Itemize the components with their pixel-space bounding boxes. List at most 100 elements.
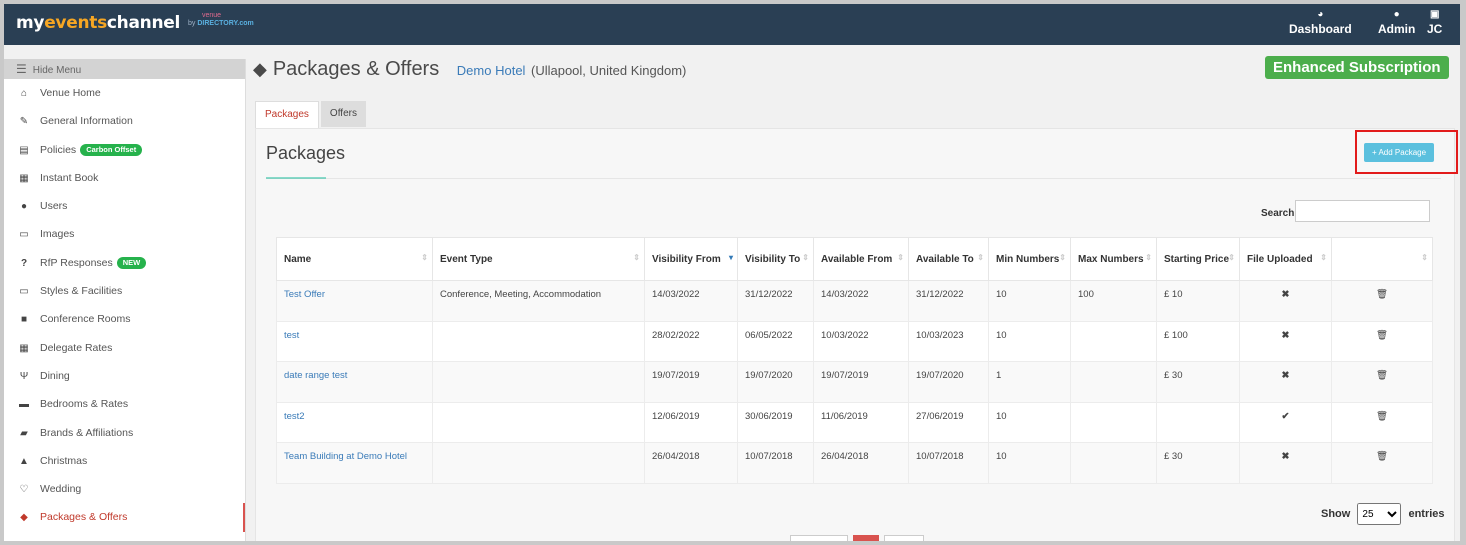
entries-select[interactable]: 25 bbox=[1357, 503, 1402, 525]
main-content: ◆ Packages & Offers Demo Hotel (Ullapool,… bbox=[253, 52, 1458, 541]
column-header-name[interactable]: Name ⇕ bbox=[276, 237, 433, 281]
sidebar-item-dining[interactable]: Ψ Dining bbox=[4, 362, 245, 390]
tab-offers[interactable]: Offers bbox=[320, 101, 366, 127]
cell-starting-price: £ 10 bbox=[1156, 280, 1240, 322]
nav-dashboard[interactable]: ◕ Dashboard bbox=[1289, 8, 1352, 36]
briefcase-icon: ■ bbox=[20, 314, 28, 326]
sidebar-item-brands-affiliations[interactable]: ▰ Brands & Affiliations bbox=[4, 419, 245, 447]
table-row: test2 12/06/2019 30/06/2019 11/06/2019 2… bbox=[276, 401, 1433, 444]
divider bbox=[266, 178, 1441, 179]
calculator-icon: ▦ bbox=[19, 342, 29, 354]
sidebar-item-packages-offers[interactable]: ◆ Packages & Offers bbox=[4, 503, 245, 532]
heart-icon: ♡ bbox=[19, 484, 29, 496]
panel-title: Packages bbox=[266, 143, 346, 163]
profile-icon: ▣ bbox=[1429, 9, 1440, 20]
sidebar-item-delegate-rates[interactable]: ▦ Delegate Rates bbox=[4, 334, 245, 362]
sidebar-item-wedding[interactable]: ♡ Wedding bbox=[4, 475, 245, 503]
question-icon: ? bbox=[20, 257, 28, 269]
logo-by-venue-directory: venue by DIRECTORY.com bbox=[188, 12, 254, 27]
cell-visibility-from: 26/04/2018 bbox=[644, 442, 738, 484]
cell-max-numbers bbox=[1070, 320, 1157, 363]
cell-visibility-to: 31/12/2022 bbox=[737, 280, 814, 322]
cell-available-from: 10/03/2022 bbox=[813, 320, 909, 363]
column-header-actions[interactable]: ⇕ bbox=[1331, 237, 1433, 281]
title-underline bbox=[266, 177, 326, 179]
cell-available-from: 19/07/2019 bbox=[813, 361, 909, 403]
cell-min-numbers: 10 bbox=[988, 442, 1071, 484]
packages-panel: Packages + Add Package Search: Name ⇕ Eve… bbox=[255, 128, 1458, 541]
pagination-current-page[interactable] bbox=[853, 535, 880, 541]
sidebar-item-conference-rooms[interactable]: ■ Conference Rooms bbox=[4, 305, 245, 333]
column-header-visibility-to[interactable]: Visibility To ⇕ bbox=[737, 237, 814, 281]
sidebar-item-venue-home[interactable]: ⌂ Venue Home bbox=[4, 79, 245, 107]
sort-icon: ⇕ bbox=[1228, 253, 1235, 262]
sort-icon: ⇕ bbox=[977, 253, 984, 262]
carbon-offset-badge: Carbon Offset bbox=[80, 143, 143, 156]
table-row: test 28/02/2022 06/05/2022 10/03/2022 10… bbox=[276, 320, 1433, 363]
sidebar-item-christmas[interactable]: ▲ Christmas bbox=[4, 447, 245, 475]
column-header-event-type[interactable]: Event Type ⇕ bbox=[432, 237, 645, 281]
pagination bbox=[790, 535, 926, 541]
sort-icon: ⇕ bbox=[1421, 253, 1428, 262]
cell-min-numbers: 10 bbox=[988, 401, 1071, 444]
sidebar-item-images[interactable]: ▭ Images bbox=[4, 220, 245, 248]
column-header-max-numbers[interactable]: Max Numbers ⇕ bbox=[1070, 237, 1157, 281]
delete-icon[interactable]: 🗑 bbox=[1331, 320, 1433, 363]
sidebar-item-policies[interactable]: ▤ Policies Carbon Offset bbox=[4, 136, 245, 164]
image-icon: ▭ bbox=[19, 229, 29, 241]
no-file-icon: ✖ bbox=[1239, 320, 1332, 363]
cell-starting-price bbox=[1156, 401, 1240, 444]
cutlery-icon: Ψ bbox=[19, 370, 29, 382]
cell-available-to: 10/03/2023 bbox=[908, 320, 989, 363]
cell-event-type: Conference, Meeting, Accommodation bbox=[432, 280, 645, 322]
tags-icon: ◆ bbox=[253, 59, 267, 79]
no-file-icon: ✖ bbox=[1239, 280, 1332, 322]
column-header-available-to[interactable]: Available To ⇕ bbox=[908, 237, 989, 281]
package-name-link[interactable]: test bbox=[284, 330, 299, 341]
column-header-file-uploaded[interactable]: File Uploaded ⇕ bbox=[1239, 237, 1332, 281]
sidebar-item-general-information[interactable]: ✎ General Information bbox=[4, 107, 245, 135]
cell-min-numbers: 10 bbox=[988, 280, 1071, 322]
sort-desc-icon: ▾ bbox=[728, 253, 733, 262]
delete-icon[interactable]: 🗑 bbox=[1331, 442, 1433, 484]
cell-max-numbers bbox=[1070, 442, 1157, 484]
sort-icon: ⇕ bbox=[421, 253, 428, 262]
sidebar-item-users[interactable]: ● Users bbox=[4, 192, 245, 220]
new-badge: NEW bbox=[116, 257, 147, 269]
book-icon: ▰ bbox=[20, 427, 28, 439]
highlight-annotation-box bbox=[1355, 130, 1458, 174]
column-header-available-from[interactable]: Available From ⇕ bbox=[813, 237, 909, 281]
column-header-starting-price[interactable]: Starting Price ⇕ bbox=[1156, 237, 1240, 281]
dashboard-icon: ◕ bbox=[1317, 9, 1324, 20]
delete-icon[interactable]: 🗑 bbox=[1331, 280, 1433, 322]
package-name-link[interactable]: Test Offer bbox=[284, 289, 325, 300]
cell-visibility-to: 19/07/2020 bbox=[737, 361, 814, 403]
pagination-previous[interactable] bbox=[790, 535, 848, 541]
sidebar-item-rfp-responses[interactable]: ? RfP Responses NEW bbox=[4, 249, 245, 277]
sidebar-item-styles-facilities[interactable]: ▭ Styles & Facilities bbox=[4, 277, 245, 305]
sidebar-item-instant-book[interactable]: ▦ Instant Book bbox=[4, 164, 245, 192]
package-name-link[interactable]: date range test bbox=[284, 370, 347, 381]
tree-icon: ▲ bbox=[19, 455, 29, 467]
hide-menu-toggle[interactable]: ☰ Hide Menu bbox=[4, 59, 245, 79]
package-name-link[interactable]: test2 bbox=[284, 411, 305, 422]
search-input[interactable] bbox=[1295, 200, 1430, 222]
site-logo[interactable]: myeventschannel bbox=[16, 13, 180, 33]
nav-admin[interactable]: ● Admin bbox=[1378, 8, 1415, 36]
tab-packages[interactable]: Packages bbox=[255, 101, 319, 128]
delete-icon[interactable]: 🗑 bbox=[1331, 361, 1433, 403]
no-file-icon: ✖ bbox=[1239, 442, 1332, 484]
cell-event-type bbox=[432, 320, 645, 363]
nav-profile[interactable]: ▣ JC bbox=[1427, 8, 1442, 36]
delete-icon[interactable]: 🗑 bbox=[1331, 401, 1433, 444]
pagination-next[interactable] bbox=[884, 535, 925, 541]
package-name-link[interactable]: Team Building at Demo Hotel bbox=[284, 451, 407, 462]
subscription-badge[interactable]: Enhanced Subscription bbox=[1265, 56, 1449, 79]
sidebar-item-bedrooms-rates[interactable]: ▬ Bedrooms & Rates bbox=[4, 390, 245, 418]
sort-icon: ⇕ bbox=[897, 253, 904, 262]
cell-visibility-to: 06/05/2022 bbox=[737, 320, 814, 363]
column-header-min-numbers[interactable]: Min Numbers ⇕ bbox=[988, 237, 1071, 281]
venue-name-link[interactable]: Demo Hotel bbox=[457, 63, 526, 78]
column-header-visibility-from[interactable]: Visibility From ▾ bbox=[644, 237, 738, 281]
no-file-icon: ✖ bbox=[1239, 361, 1332, 403]
